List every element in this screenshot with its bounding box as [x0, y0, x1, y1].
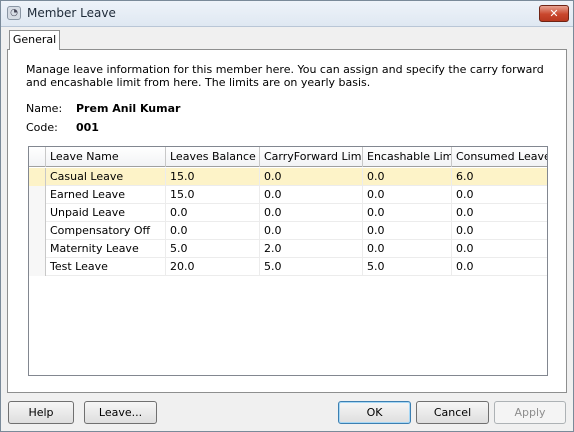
grid-header: Leave Name Leaves Balance CarryForward L…	[29, 147, 547, 167]
column-header-carryforward-limit[interactable]: CarryForward Limit	[260, 147, 363, 167]
name-label: Name:	[26, 102, 63, 115]
row-header-corner	[29, 147, 46, 167]
column-header-consumed-leave[interactable]: Consumed Leave	[452, 147, 547, 167]
cell-leave-name[interactable]: Maternity Leave	[46, 240, 166, 258]
row-header[interactable]	[29, 240, 46, 258]
help-button[interactable]: Help	[8, 401, 74, 424]
app-icon: ◔	[7, 6, 21, 20]
cell-encashable-limit[interactable]: 0.0	[363, 240, 452, 258]
table-row[interactable]: Maternity Leave 5.0 2.0 0.0 0.0	[29, 240, 547, 258]
cell-carryforward-limit[interactable]: 0.0	[260, 186, 363, 204]
cell-leaves-balance[interactable]: 0.0	[166, 204, 260, 222]
row-header[interactable]	[29, 168, 46, 186]
cell-consumed-leave[interactable]: 0.0	[452, 186, 547, 204]
column-header-encashable-limit[interactable]: Encashable Limit	[363, 147, 452, 167]
general-panel: Manage leave information for this member…	[7, 49, 567, 393]
cell-encashable-limit[interactable]: 0.0	[363, 204, 452, 222]
cell-consumed-leave[interactable]: 0.0	[452, 258, 547, 276]
cell-leaves-balance[interactable]: 20.0	[166, 258, 260, 276]
ok-button[interactable]: OK	[338, 401, 411, 424]
tab-general[interactable]: General	[9, 30, 60, 50]
code-value: 001	[76, 121, 99, 134]
member-leave-dialog: ◔ Member Leave ✕ General Manage leave in…	[0, 0, 574, 432]
title-bar: ◔ Member Leave ✕	[1, 1, 573, 27]
description-text: Manage leave information for this member…	[26, 63, 544, 89]
cell-encashable-limit[interactable]: 5.0	[363, 258, 452, 276]
cell-carryforward-limit[interactable]: 0.0	[260, 222, 363, 240]
close-button[interactable]: ✕	[539, 5, 569, 22]
cell-carryforward-limit[interactable]: 5.0	[260, 258, 363, 276]
row-header[interactable]	[29, 186, 46, 204]
name-value: Prem Anil Kumar	[76, 102, 181, 115]
cell-leave-name[interactable]: Earned Leave	[46, 186, 166, 204]
leave-button[interactable]: Leave...	[84, 401, 157, 424]
row-header[interactable]	[29, 204, 46, 222]
cell-leave-name[interactable]: Casual Leave	[46, 168, 166, 186]
code-label: Code:	[26, 121, 58, 134]
cell-leave-name[interactable]: Compensatory Off	[46, 222, 166, 240]
cell-leaves-balance[interactable]: 15.0	[166, 168, 260, 186]
cancel-button[interactable]: Cancel	[416, 401, 489, 424]
cell-leaves-balance[interactable]: 15.0	[166, 186, 260, 204]
cell-leaves-balance[interactable]: 0.0	[166, 222, 260, 240]
cell-consumed-leave[interactable]: 0.0	[452, 204, 547, 222]
cell-encashable-limit[interactable]: 0.0	[363, 222, 452, 240]
cell-consumed-leave[interactable]: 6.0	[452, 168, 547, 186]
cell-consumed-leave[interactable]: 0.0	[452, 240, 547, 258]
window-title: Member Leave	[27, 6, 116, 20]
cell-carryforward-limit[interactable]: 2.0	[260, 240, 363, 258]
row-header[interactable]	[29, 258, 46, 276]
table-row[interactable]: Casual Leave 15.0 0.0 0.0 6.0	[29, 168, 547, 186]
column-header-leave-name[interactable]: Leave Name	[46, 147, 166, 167]
cell-carryforward-limit[interactable]: 0.0	[260, 168, 363, 186]
cell-leaves-balance[interactable]: 5.0	[166, 240, 260, 258]
table-row[interactable]: Test Leave 20.0 5.0 5.0 0.0	[29, 258, 547, 276]
apply-button[interactable]: Apply	[494, 401, 566, 424]
cell-leave-name[interactable]: Test Leave	[46, 258, 166, 276]
column-header-leaves-balance[interactable]: Leaves Balance	[166, 147, 260, 167]
cell-encashable-limit[interactable]: 0.0	[363, 168, 452, 186]
table-row[interactable]: Unpaid Leave 0.0 0.0 0.0 0.0	[29, 204, 547, 222]
cell-consumed-leave[interactable]: 0.0	[452, 222, 547, 240]
table-row[interactable]: Compensatory Off 0.0 0.0 0.0 0.0	[29, 222, 547, 240]
table-row[interactable]: Earned Leave 15.0 0.0 0.0 0.0	[29, 186, 547, 204]
leave-grid[interactable]: Leave Name Leaves Balance CarryForward L…	[28, 146, 548, 376]
cell-leave-name[interactable]: Unpaid Leave	[46, 204, 166, 222]
row-header[interactable]	[29, 222, 46, 240]
cell-carryforward-limit[interactable]: 0.0	[260, 204, 363, 222]
cell-encashable-limit[interactable]: 0.0	[363, 186, 452, 204]
